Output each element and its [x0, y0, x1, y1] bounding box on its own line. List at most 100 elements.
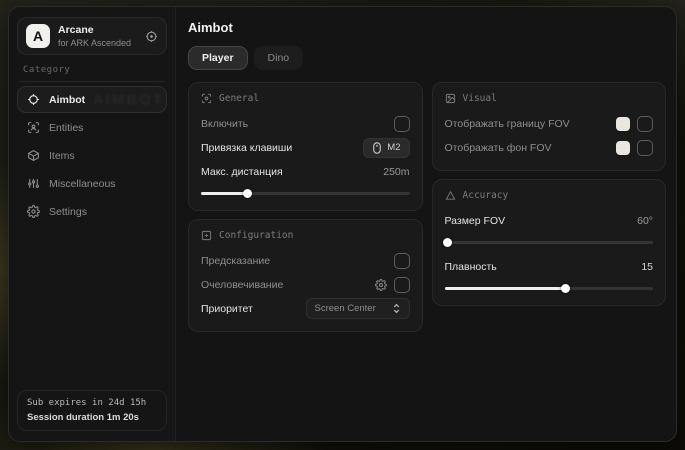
row-enable: Включить: [201, 113, 410, 134]
sidebar-menu: Aimbot Aimbot Entities Items: [17, 86, 167, 225]
row-keybind: Привязка клавиши M2: [201, 137, 410, 158]
panel-title: Visual: [463, 93, 497, 104]
sidebar-item-miscellaneous[interactable]: Miscellaneous: [17, 170, 167, 197]
panel-configuration-header: Configuration: [201, 230, 410, 241]
chevron-up-down-icon: [392, 303, 401, 314]
row-priority: Приоритет Screen Center: [201, 298, 410, 319]
app-header-card: A Arcane for ARK Ascended: [17, 17, 167, 55]
tab-bar: Player Dino: [188, 46, 666, 70]
priority-label: Приоритет: [201, 303, 253, 315]
box-icon: [26, 149, 40, 163]
image-icon: [445, 93, 456, 104]
fov-border-color-swatch[interactable]: [616, 117, 630, 131]
fov-background-label: Отображать фон FOV: [445, 142, 552, 154]
slider-thumb[interactable]: [561, 284, 570, 293]
row-fov-size: Размер FOV 60°: [445, 210, 654, 231]
sidebar-spacer: [17, 225, 167, 390]
prediction-checkbox[interactable]: [394, 253, 410, 269]
tab-player[interactable]: Player: [188, 46, 248, 70]
wrench-box-icon: [201, 230, 212, 241]
slider-thumb[interactable]: [443, 238, 452, 247]
row-fov-border: Отображать границу FOV: [445, 113, 654, 134]
row-humanize: Очеловечивание: [201, 274, 410, 295]
sidebar-item-entities[interactable]: Entities: [17, 114, 167, 141]
sidebar-item-label: Settings: [49, 206, 87, 218]
entities-scan-icon: [26, 121, 40, 135]
ghost-watermark: Aimbot: [93, 91, 164, 108]
sidebar-item-label: Aimbot: [49, 94, 85, 106]
prediction-label: Предсказание: [201, 255, 270, 267]
category-label: Category: [23, 65, 161, 75]
slider-fill: [445, 287, 566, 291]
row-smoothness: Плавность 15: [445, 256, 654, 277]
smoothness-slider[interactable]: [445, 283, 654, 293]
sidebar-item-items[interactable]: Items: [17, 142, 167, 169]
humanize-checkbox[interactable]: [394, 277, 410, 293]
panel-title: Configuration: [219, 230, 293, 241]
cheat-menu-window: A Arcane for ARK Ascended Category Aimbo…: [8, 6, 677, 442]
game-background: A Arcane for ARK Ascended Category Aimbo…: [0, 0, 685, 450]
fov-size-slider[interactable]: [445, 237, 654, 247]
max-distance-value: 250m: [383, 166, 409, 178]
panel-accuracy-header: Accuracy: [445, 190, 654, 201]
panel-visual-header: Visual: [445, 93, 654, 104]
right-column: Visual Отображать границу FOV Отображать…: [432, 82, 667, 332]
triangle-icon: [445, 190, 456, 201]
keybind-value: M2: [387, 142, 400, 153]
priority-dropdown[interactable]: Screen Center: [306, 298, 410, 319]
slider-track: [445, 241, 654, 245]
keybind-button[interactable]: M2: [363, 138, 409, 158]
slider-fill: [201, 192, 247, 196]
fov-background-color-swatch[interactable]: [616, 141, 630, 155]
panel-general: General Включить Привязка клавиши: [188, 82, 423, 211]
panel-visual: Visual Отображать границу FOV Отображать…: [432, 82, 667, 171]
fov-background-checkbox[interactable]: [637, 140, 653, 156]
smoothness-label: Плавность: [445, 261, 497, 273]
enable-checkbox[interactable]: [394, 116, 410, 132]
tab-dino[interactable]: Dino: [254, 46, 304, 70]
mouse-icon: [372, 142, 382, 154]
panel-configuration: Configuration Предсказание Очеловечивани…: [188, 219, 423, 332]
keybind-label: Привязка клавиши: [201, 142, 292, 154]
enable-label: Включить: [201, 118, 248, 130]
gear-icon[interactable]: [375, 279, 387, 291]
session-duration-text: Session duration 1m 20s: [27, 412, 157, 423]
subscription-status-card: Sub expires in 24d 15h Session duration …: [17, 390, 167, 431]
app-logo: A: [26, 24, 50, 48]
fov-size-label: Размер FOV: [445, 215, 506, 227]
sidebar-item-settings[interactable]: Settings: [17, 198, 167, 225]
max-distance-slider[interactable]: [201, 188, 410, 198]
smoothness-value: 15: [641, 261, 653, 273]
app-subtitle: for ARK Ascended: [58, 38, 137, 48]
priority-value: Screen Center: [315, 303, 376, 314]
row-prediction: Предсказание: [201, 250, 410, 271]
sidebar-item-aimbot[interactable]: Aimbot Aimbot: [17, 86, 167, 113]
fov-border-label: Отображать границу FOV: [445, 118, 570, 130]
pin-icon[interactable]: [145, 30, 158, 43]
gear-icon: [26, 205, 40, 219]
fov-size-value: 60°: [637, 215, 653, 227]
panel-title: Accuracy: [463, 190, 509, 201]
sidebar-item-label: Miscellaneous: [49, 178, 116, 190]
app-meta: Arcane for ARK Ascended: [58, 24, 137, 48]
menu-divider: [19, 81, 165, 82]
app-title: Arcane: [58, 24, 137, 36]
sidebar: A Arcane for ARK Ascended Category Aimbo…: [9, 7, 176, 441]
scan-person-icon: [201, 93, 212, 104]
panel-grid: General Включить Привязка клавиши: [188, 82, 666, 332]
sidebar-item-label: Items: [49, 150, 75, 162]
fov-border-checkbox[interactable]: [637, 116, 653, 132]
left-column: General Включить Привязка клавиши: [188, 82, 423, 332]
main-content: Aimbot Player Dino General: [176, 7, 676, 441]
page-title: Aimbot: [188, 20, 666, 35]
panel-general-header: General: [201, 93, 410, 104]
panel-title: General: [219, 93, 259, 104]
sliders-icon: [26, 177, 40, 191]
slider-thumb[interactable]: [243, 189, 252, 198]
panel-accuracy: Accuracy Размер FOV 60° Плавность: [432, 179, 667, 306]
max-distance-label: Макс. дистанция: [201, 166, 283, 178]
sub-expires-text: Sub expires in 24d 15h: [27, 398, 157, 408]
row-fov-background: Отображать фон FOV: [445, 137, 654, 158]
row-max-distance: Макс. дистанция 250m: [201, 161, 410, 182]
crosshair-icon: [26, 93, 40, 107]
